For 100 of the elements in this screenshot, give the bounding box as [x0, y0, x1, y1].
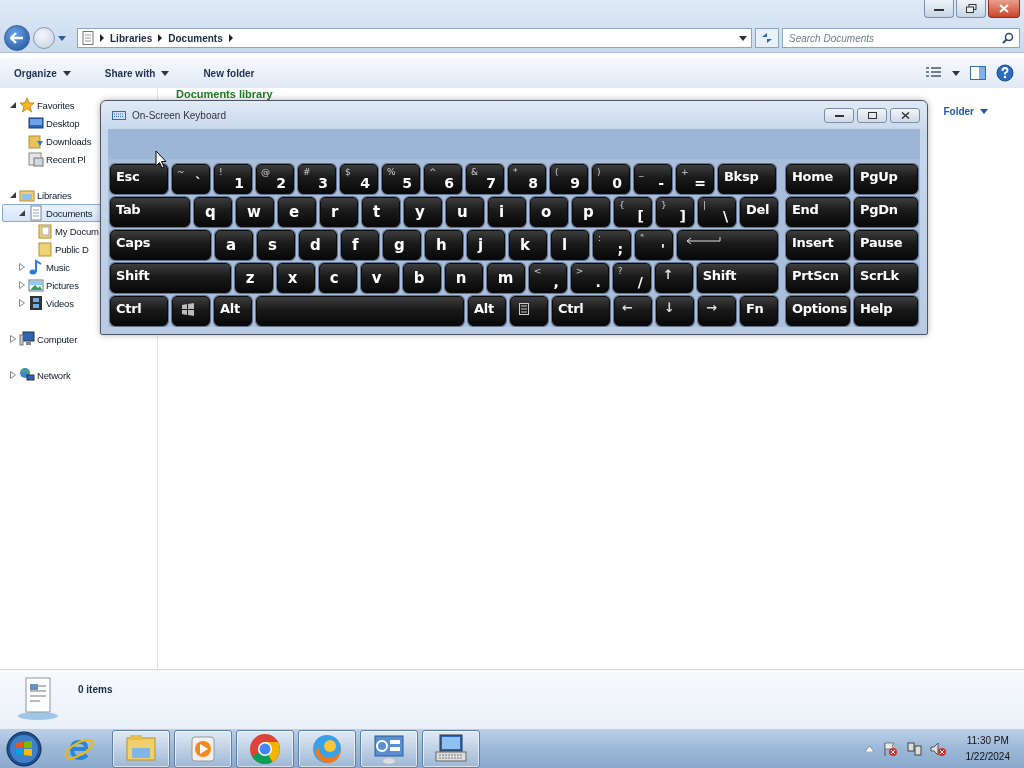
keyboard-key[interactable]: Bksp — [718, 164, 776, 194]
maximize-button[interactable] — [857, 107, 887, 123]
keyboard-key[interactable]: y — [404, 197, 442, 227]
keyboard-key[interactable]: Ctrl — [110, 296, 168, 326]
keyboard-key[interactable]: : ; — [593, 230, 631, 260]
keyboard-key[interactable]: g — [383, 230, 421, 260]
toolbar-button[interactable]: Share with — [100, 65, 174, 81]
keyboard-key[interactable]: i — [488, 197, 526, 227]
keyboard-key[interactable]: | \ — [698, 197, 736, 227]
taskbar-button[interactable] — [422, 729, 480, 768]
keyboard-key[interactable]: $ 4 — [340, 164, 378, 194]
keyboard-key[interactable]: b — [402, 263, 441, 293]
keyboard-key[interactable]: Ctrl — [552, 296, 610, 326]
keyboard-key[interactable]: } ] — [656, 197, 694, 227]
keyboard-key[interactable]: Shift — [110, 263, 231, 293]
keyboard-key[interactable]: & 7 — [466, 164, 504, 194]
keyboard-key[interactable]: _ - — [634, 164, 672, 194]
taskbar-button[interactable] — [174, 729, 232, 768]
keyboard-key[interactable]: u — [446, 197, 484, 227]
keyboard-key[interactable]: f — [341, 230, 379, 260]
keyboard-key[interactable]: < , — [528, 263, 567, 293]
keyboard-key[interactable]: PrtScn — [786, 263, 850, 293]
breadcrumb-link[interactable]: Documents — [168, 32, 223, 44]
keyboard-key[interactable]: j — [467, 230, 505, 260]
breadcrumb-arrow-icon[interactable] — [228, 34, 233, 42]
keyboard-key[interactable]: Tab — [110, 197, 190, 227]
keyboard-key[interactable]: a — [215, 230, 253, 260]
keyboard-key[interactable]: Alt — [214, 296, 252, 326]
address-field[interactable]: Libraries Documents — [77, 28, 752, 48]
keyboard-key[interactable]: Options — [786, 296, 850, 326]
keyboard-key[interactable]: Home — [786, 164, 850, 194]
keyboard-key[interactable]: End — [786, 197, 850, 227]
keyboard-key[interactable] — [677, 230, 778, 260]
keyboard-key[interactable]: w — [236, 197, 274, 227]
keyboard-key[interactable]: ScrLk — [854, 263, 918, 293]
keyboard-key[interactable]: d — [299, 230, 337, 260]
keyboard-key[interactable]: n — [444, 263, 483, 293]
keyboard-key[interactable]: k — [509, 230, 547, 260]
keyboard-key[interactable]: ! 1 — [214, 164, 252, 194]
keyboard-key[interactable]: x — [276, 263, 315, 293]
search-field[interactable]: Search Documents — [782, 28, 1020, 48]
keyboard-key[interactable]: e — [278, 197, 316, 227]
keyboard-key[interactable]: r — [320, 197, 358, 227]
keyboard-key[interactable]: Caps — [110, 230, 211, 260]
toolbar-button[interactable]: Organize — [10, 65, 75, 81]
keyboard-key[interactable]: o — [530, 197, 568, 227]
keyboard-key[interactable]: Pause — [854, 230, 918, 260]
keyboard-key[interactable]: PgDn — [854, 197, 918, 227]
toolbar-button[interactable]: New folder — [199, 65, 259, 81]
close-button[interactable] — [988, 0, 1020, 18]
keyboard-key[interactable]: > . — [570, 263, 609, 293]
keyboard-key[interactable]: % 5 — [382, 164, 420, 194]
keyboard-key[interactable]: Del — [740, 197, 778, 227]
keyboard-key[interactable]: ← — [614, 296, 652, 326]
keyboard-key[interactable]: " ' — [635, 230, 673, 260]
keyboard-key[interactable]: ↑ — [654, 263, 693, 293]
keyboard-key[interactable]: ( 9 — [550, 164, 588, 194]
keyboard-key[interactable]: Insert — [786, 230, 850, 260]
breadcrumb-link[interactable]: Libraries — [110, 32, 153, 44]
keyboard-key[interactable]: m — [486, 263, 525, 293]
keyboard-key[interactable]: Help — [854, 296, 918, 326]
keyboard-key[interactable]: l — [551, 230, 589, 260]
keyboard-key[interactable]: c — [318, 263, 357, 293]
keyboard-key[interactable]: ) 0 — [592, 164, 630, 194]
clock[interactable]: 11:30 PM 1/22/2024 — [961, 732, 1014, 765]
keyboard-key[interactable]: Esc — [110, 164, 168, 194]
refresh-button[interactable] — [755, 28, 779, 48]
keyboard-key[interactable]: Shift — [696, 263, 778, 293]
keyboard-key[interactable]: + = — [676, 164, 714, 194]
keyboard-key[interactable]: ^ 6 — [424, 164, 462, 194]
keyboard-key[interactable]: v — [360, 263, 399, 293]
keyboard-key[interactable] — [510, 296, 548, 326]
taskbar-button[interactable] — [236, 729, 294, 768]
keyboard-key[interactable]: # 3 — [298, 164, 336, 194]
keyboard-key[interactable]: Fn — [740, 296, 778, 326]
keyboard-key[interactable]: s — [257, 230, 295, 260]
breadcrumb-arrow-icon[interactable] — [158, 34, 163, 42]
keyboard-key[interactable]: @ 2 — [256, 164, 294, 194]
arrange-by-dropdown[interactable]: Folder — [943, 106, 988, 117]
keyboard-key[interactable]: * 8 — [508, 164, 546, 194]
taskbar-button[interactable] — [360, 729, 418, 768]
keyboard-key[interactable]: → — [698, 296, 736, 326]
taskbar-button[interactable] — [112, 729, 170, 768]
keyboard-key[interactable]: PgUp — [854, 164, 918, 194]
keyboard-key[interactable]: Alt — [468, 296, 506, 326]
keyboard-key[interactable]: ? / — [612, 263, 651, 293]
keyboard-key[interactable]: q — [194, 197, 232, 227]
back-button[interactable] — [4, 25, 30, 51]
keyboard-key[interactable]: z — [234, 263, 273, 293]
keyboard-key[interactable]: ↓ — [656, 296, 694, 326]
keyboard-key[interactable]: t — [362, 197, 400, 227]
tree-item[interactable]: Computer — [2, 330, 157, 348]
keyboard-key[interactable] — [172, 296, 210, 326]
close-button[interactable] — [890, 107, 920, 123]
tree-item[interactable]: Network — [2, 366, 157, 384]
minimize-button[interactable] — [924, 0, 954, 18]
taskbar-button[interactable] — [298, 729, 356, 768]
start-button[interactable] — [4, 728, 44, 768]
keyboard-key[interactable]: h — [425, 230, 463, 260]
restore-button[interactable] — [956, 0, 986, 18]
